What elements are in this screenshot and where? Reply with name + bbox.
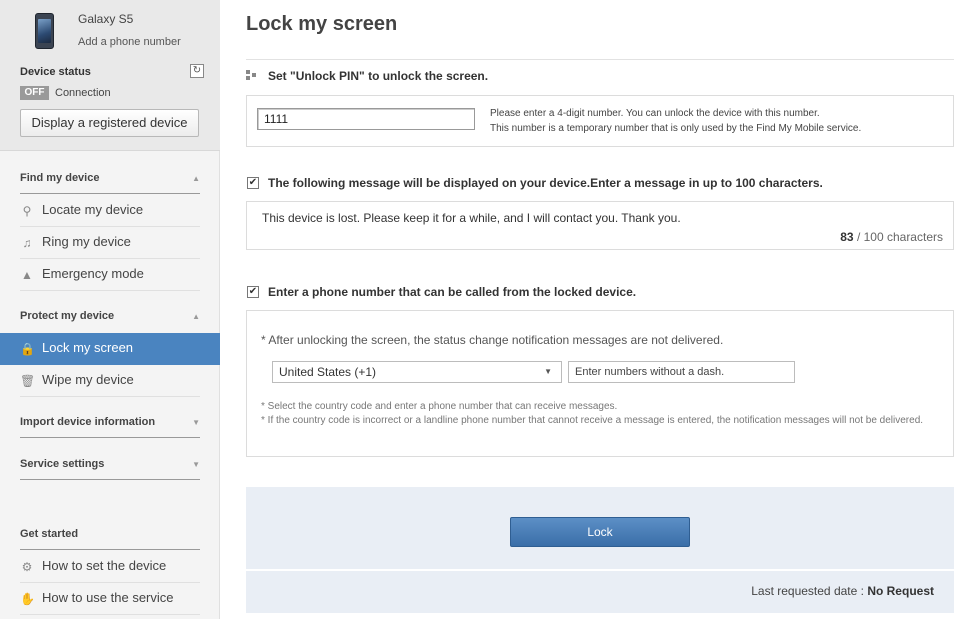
status-badge: OFF <box>20 86 49 100</box>
phone-note: * After unlocking the screen, the status… <box>261 333 724 347</box>
section-title: Find my device <box>20 172 100 184</box>
sidebar-item-wipe[interactable]: 🗑 Wipe my device <box>20 365 200 397</box>
sidebar-item-ring[interactable]: ♫ Ring my device <box>20 227 200 259</box>
section-title: Get started <box>20 528 79 540</box>
sidebar-item-label: Ring my device <box>42 234 131 249</box>
phone-box: * After unlocking the screen, the status… <box>246 310 954 457</box>
hand-icon: ✋ <box>20 592 35 606</box>
phone-icon <box>35 13 54 49</box>
country-code-select[interactable]: United States (+1) ▼ <box>272 361 562 383</box>
page-title: Lock my screen <box>246 13 398 35</box>
sidebar-item-label: Locate my device <box>42 202 144 217</box>
sidebar-item-label: Emergency mode <box>42 266 144 281</box>
chevron-up-icon: ▲ <box>192 312 200 321</box>
display-registered-device-button[interactable]: Display a registered device <box>20 109 199 137</box>
section-title: Protect my device <box>20 310 115 322</box>
section-get-started: Get started <box>20 528 200 550</box>
sidebar-item-how-to-set[interactable]: ⚙ How to set the device <box>20 551 200 583</box>
section-find-my-device[interactable]: Find my device ▲ <box>20 172 200 194</box>
device-name: Galaxy S5 <box>78 12 134 26</box>
last-requested-date: Last requested date : No Request <box>751 584 934 598</box>
message-textarea[interactable]: This device is lost. Please keep it for … <box>246 201 954 250</box>
chevron-down-icon: ▼ <box>192 418 200 427</box>
emergency-icon: ▲ <box>21 268 33 282</box>
sidebar-item-label: Wipe my device <box>42 372 134 387</box>
chevron-up-icon: ▲ <box>192 174 200 183</box>
unlock-pin-input[interactable]: 1111 <box>257 108 475 130</box>
lock-icon: 🔒 <box>20 342 35 356</box>
phone-heading: Enter a phone number that can be called … <box>268 285 637 299</box>
section-protect-my-device[interactable]: Protect my device ▲ <box>20 310 200 332</box>
divider <box>246 569 954 571</box>
last-requested-label: Last requested date : <box>751 584 868 598</box>
step-icon <box>246 70 256 80</box>
sidebar-item-locate[interactable]: ⚲ Locate my device <box>20 195 200 227</box>
divider <box>246 59 954 60</box>
device-panel: Galaxy S5 Add a phone number Device stat… <box>0 0 220 151</box>
sidebar-item-label: Lock my screen <box>42 340 134 355</box>
music-note-icon: ♫ <box>22 236 32 250</box>
country-code-value: United States (+1) <box>279 365 377 379</box>
section-import-device-info[interactable]: Import device information ▼ <box>20 416 200 438</box>
gear-icon: ⚙ <box>21 560 33 574</box>
sidebar-item-lock-screen[interactable]: 🔒 Lock my screen <box>0 333 220 365</box>
add-phone-link[interactable]: Add a phone number <box>78 36 181 48</box>
pin-note: Please enter a 4-digit number. You can u… <box>490 108 820 119</box>
last-requested-value: No Request <box>867 584 934 598</box>
pin-box: 1111 Please enter a 4-digit number. You … <box>246 95 954 147</box>
phone-checkbox[interactable]: ✔ <box>247 286 259 298</box>
sidebar-item-label: How to use the service <box>42 590 174 605</box>
character-counter: 83 / 100 characters <box>840 230 943 244</box>
lock-button[interactable]: Lock <box>510 517 690 547</box>
device-status-title: Device status <box>20 66 91 78</box>
section-title: Service settings <box>20 458 105 470</box>
trash-icon: 🗑 <box>20 374 36 388</box>
refresh-icon[interactable]: ↻ <box>190 64 204 78</box>
phone-hint: * If the country code is incorrect or a … <box>261 415 924 426</box>
search-icon: ⚲ <box>22 204 32 218</box>
character-count: 83 <box>840 230 854 244</box>
connection-label: Connection <box>55 87 111 99</box>
sidebar-item-emergency[interactable]: ▲ Emergency mode <box>20 259 200 291</box>
action-panel: Lock Last requested date : No Request <box>246 487 954 613</box>
sidebar-item-how-to-use[interactable]: ✋ How to use the service <box>20 583 200 615</box>
pin-note: This number is a temporary number that i… <box>490 123 862 134</box>
sidebar-item-label: How to set the device <box>42 558 167 573</box>
phone-hint: * Select the country code and enter a ph… <box>261 401 618 412</box>
section-service-settings[interactable]: Service settings ▼ <box>20 458 200 480</box>
message-checkbox[interactable]: ✔ <box>247 177 259 189</box>
section-title: Import device information <box>20 416 156 428</box>
chevron-down-icon: ▼ <box>192 460 200 469</box>
message-heading: The following message will be displayed … <box>268 176 823 190</box>
pin-heading: Set "Unlock PIN" to unlock the screen. <box>268 69 489 83</box>
chevron-down-icon: ▼ <box>544 367 552 376</box>
sidebar: Galaxy S5 Add a phone number Device stat… <box>0 0 220 619</box>
character-limit: / 100 characters <box>853 230 943 244</box>
phone-number-input[interactable]: Enter numbers without a dash. <box>568 361 795 383</box>
message-text: This device is lost. Please keep it for … <box>262 211 681 225</box>
